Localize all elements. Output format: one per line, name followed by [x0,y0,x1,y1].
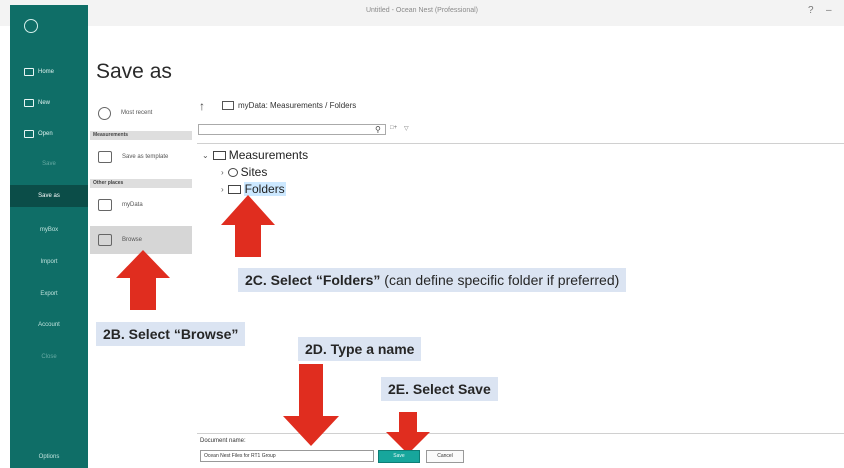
sidebar-item-import[interactable]: Import [10,259,88,265]
sidebar-item-new[interactable]: New [10,92,88,114]
new-document-icon [24,99,34,107]
arrow-up-folders [221,195,275,257]
folder-icon [227,184,241,194]
page-title: Save as [96,60,172,83]
section-header-other-places: Other places [90,179,192,188]
tree-node-label: Measurements [228,148,309,162]
location-label: myData [122,202,143,208]
open-folder-icon [24,130,34,138]
tree-node-label: Sites [240,165,268,179]
chevron-right-icon[interactable]: › [221,185,224,194]
chevron-right-icon[interactable]: › [221,168,224,177]
sidebar-item-label: Home [38,69,55,75]
section-header-measurements: Measurements [90,131,192,140]
arrow-down-name [283,364,339,446]
save-button[interactable]: Save [378,450,420,463]
tree-node-measurements[interactable]: ⌄ Measurements [202,148,308,162]
filter-icon[interactable]: ▽ [404,125,409,132]
arrow-down-save [386,412,430,454]
location-most-recent[interactable]: Most recent [90,99,192,127]
folder-icon [212,150,226,160]
window-title: Untitled - Ocean Nest (Professional) [365,7,479,14]
sidebar-item-save-as[interactable]: Save as [10,185,88,207]
sidebar-item-options[interactable]: Options [10,454,88,460]
chevron-down-icon[interactable]: ⌄ [202,151,209,160]
sidebar-item-close[interactable]: Close [10,354,88,360]
location-save-as-template[interactable]: Save as template [90,143,192,171]
sidebar-item-home[interactable]: Home [10,61,88,83]
document-name-field[interactable]: Ocean Nest Files for RT1 Group [200,450,374,462]
tree-node-folders[interactable]: › Folders [221,182,286,196]
callout-select-save: 2E. Select Save [381,377,498,401]
backstage-sidebar: Home New Open Save Save as myBox Import … [10,5,88,468]
template-icon [98,151,112,163]
sidebar-item-label: New [38,100,51,106]
callout-select-browse: 2B. Select “Browse” [96,322,246,346]
sites-icon [227,167,238,177]
location-mydata[interactable]: myData [90,191,192,219]
clock-icon [98,106,111,120]
sidebar-item-mybox[interactable]: myBox [10,227,88,233]
help-button[interactable]: ? [808,5,814,16]
tree-node-label: Folders [243,182,286,196]
location-label: Browse [122,237,143,243]
home-icon [24,68,34,76]
location-label: Most recent [121,110,153,116]
location-label: Save as template [122,154,169,160]
folder-icon [222,101,234,110]
callout-bold-text: 2C. Select “Folders” [245,272,381,288]
back-arrow-icon[interactable] [24,19,38,33]
sidebar-item-save[interactable]: Save [10,161,88,167]
arrow-up-browse [116,250,170,310]
cancel-button[interactable]: Cancel [426,450,464,463]
sidebar-item-open[interactable]: Open [10,123,88,145]
sidebar-item-label: Open [38,131,53,137]
tree-node-sites[interactable]: › Sites [221,165,267,179]
search-input[interactable] [198,124,386,135]
new-folder-icon[interactable]: □+ [390,125,397,131]
sidebar-item-export[interactable]: Export [10,291,88,297]
document-name-label: Document name: [200,438,246,444]
search-icon[interactable]: ⚲ [375,125,381,134]
folder-icon [98,234,112,246]
callout-type-name: 2D. Type a name [298,337,422,361]
sidebar-item-label: Save as [38,193,60,199]
database-icon [98,199,112,211]
up-arrow-icon[interactable]: ↑ [199,99,205,113]
callout-note-text: (can define specific folder if preferred… [380,272,620,288]
breadcrumb[interactable]: myData: Measurements / Folders [238,101,356,110]
sidebar-item-account[interactable]: Account [10,322,88,328]
minimize-button[interactable]: – [826,5,832,16]
title-bar: Untitled - Ocean Nest (Professional) ? – [0,0,844,26]
callout-select-folders: 2C. Select “Folders” (can define specifi… [238,268,627,292]
